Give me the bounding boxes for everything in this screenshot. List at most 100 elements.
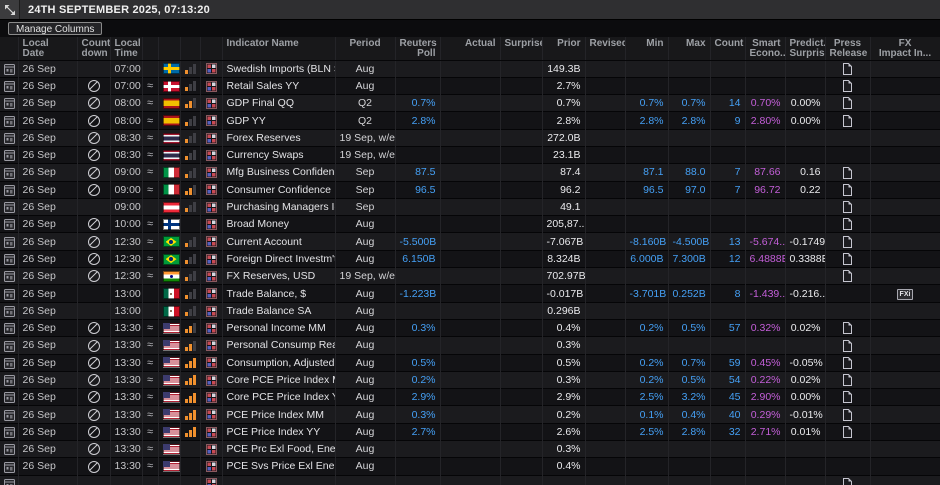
cell-min: 0.1% [625,406,668,423]
event-row[interactable]: 26 Sep 08:30 ≈ [0,129,940,146]
cell-event-type [200,285,222,302]
press-release-icon[interactable] [843,218,852,230]
cell-approx: ≈ [142,112,158,129]
event-row[interactable]: ≈ [0,475,940,485]
cell-predicted-surprise: -0.01% [785,406,825,423]
col-header-approx[interactable] [142,37,158,60]
cell-fx-impact: FXi [870,319,940,336]
event-row[interactable]: 26 Sep 13:30 ≈ [0,406,940,423]
col-header-local-date[interactable]: Local Date [18,37,77,60]
event-row[interactable]: 26 Sep 13:00 ≈ [0,285,940,302]
col-header-fx-impact[interactable]: FX Impact In... [870,37,940,60]
press-release-icon[interactable] [843,339,852,351]
press-release-icon[interactable] [843,357,852,369]
country-flag-icon [163,133,180,144]
economic-event-icon [206,444,217,455]
cell-max: 0.4% [668,406,710,423]
press-release-icon[interactable] [843,322,852,334]
col-header-indicator-name[interactable]: Indicator Name [222,37,335,60]
press-release-icon[interactable] [843,391,852,403]
col-header-predicted-surprise[interactable]: Predict... Surprise [785,37,825,60]
press-release-icon[interactable] [843,270,852,282]
cell-actual [440,389,500,406]
cell-row-icon [0,250,18,267]
press-release-icon[interactable] [843,374,852,386]
event-row[interactable]: 26 Sep 13:30 ≈ [0,458,940,475]
press-release-icon[interactable] [843,408,852,420]
cell-press-release [825,250,870,267]
col-header-press-release[interactable]: Press Release [825,37,870,60]
event-row[interactable]: 26 Sep 13:30 ≈ [0,423,940,440]
cell-fx-impact: FXi [870,475,940,485]
col-header-reuters-poll[interactable]: Reuters Poll [395,37,440,60]
col-header-importance[interactable] [180,37,200,60]
col-header-prior[interactable]: Prior [542,37,585,60]
col-header-surprise[interactable]: Surprise [500,37,542,60]
event-row[interactable]: 26 Sep 13:30 ≈ [0,441,940,458]
event-row[interactable]: 26 Sep 12:30 ≈ [0,250,940,267]
cell-approx: ≈ [142,60,158,77]
event-row[interactable]: 26 Sep 13:00 ≈ [0,302,940,319]
cell-row-icon [0,268,18,285]
cell-max [668,129,710,146]
event-row[interactable]: 26 Sep 09:00 ≈ [0,164,940,181]
event-row[interactable]: 26 Sep 08:30 ≈ [0,146,940,163]
press-release-icon[interactable] [843,114,852,126]
country-flag-icon [163,115,180,126]
press-release-icon[interactable] [843,426,852,438]
event-row[interactable]: 26 Sep 13:30 ≈ [0,371,940,388]
no-countdown-icon [88,132,100,144]
manage-columns-button[interactable]: Manage Columns [8,22,102,35]
col-header-smart-economics[interactable]: Smart Econo... [745,37,785,60]
press-release-icon[interactable] [843,184,852,196]
press-release-icon[interactable] [843,478,852,485]
event-row[interactable]: 26 Sep 07:00 ≈ [0,77,940,94]
cell-approx: ≈ [142,164,158,181]
cell-period: Aug [335,406,395,423]
event-row[interactable]: 26 Sep 08:00 ≈ [0,95,940,112]
economic-event-icon [206,167,217,178]
fx-impact-icon[interactable]: FXi [897,289,914,300]
event-row[interactable]: 26 Sep 09:00 ≈ [0,181,940,198]
event-row[interactable]: 26 Sep 09:00 ≈ [0,198,940,215]
event-row[interactable]: 26 Sep 10:00 ≈ [0,216,940,233]
cell-actual [440,77,500,94]
event-row[interactable]: 26 Sep 13:30 ≈ [0,319,940,336]
col-header-min[interactable]: Min [625,37,668,60]
cell-local-time: 13:30 [110,354,142,371]
cell-press-release [825,146,870,163]
event-row[interactable]: 26 Sep 13:30 ≈ [0,337,940,354]
col-header-revised[interactable]: Revised [585,37,625,60]
event-row[interactable]: 26 Sep 08:00 ≈ [0,112,940,129]
cell-predicted-surprise: 0.3388B [785,250,825,267]
col-header-count[interactable]: Count [710,37,745,60]
col-header-max[interactable]: Max [668,37,710,60]
event-row[interactable]: 26 Sep 13:30 ≈ [0,354,940,371]
economic-event-icon [206,409,217,420]
press-release-icon[interactable] [843,253,852,265]
cell-revised [585,371,625,388]
press-release-icon[interactable] [843,201,852,213]
press-release-icon[interactable] [843,166,852,178]
press-release-icon[interactable] [843,97,852,109]
event-row[interactable]: 26 Sep 12:30 ≈ [0,233,940,250]
col-header-actual[interactable]: Actual [440,37,500,60]
press-release-icon[interactable] [843,236,852,248]
event-row[interactable]: 26 Sep 12:30 ≈ [0,268,940,285]
event-row[interactable]: 26 Sep 13:30 ≈ [0,389,940,406]
expand-icon[interactable] [0,0,20,19]
col-header-event-type[interactable] [200,37,222,60]
press-release-icon[interactable] [843,63,852,75]
cell-local-time: 13:30 [110,423,142,440]
col-header-countdown[interactable]: Count down [77,37,110,60]
cell-event-type [200,216,222,233]
country-flag-icon [163,306,180,317]
col-header-period[interactable]: Period [335,37,395,60]
col-header-country-flag[interactable] [158,37,180,60]
col-header-local-time[interactable]: Local Time [110,37,142,60]
cell-approx: ≈ [142,233,158,250]
event-row[interactable]: 26 Sep 07:00 ≈ [0,60,940,77]
col-header-row-icon[interactable] [0,37,18,60]
cell-fx-impact: FXi [870,406,940,423]
press-release-icon[interactable] [843,80,852,92]
